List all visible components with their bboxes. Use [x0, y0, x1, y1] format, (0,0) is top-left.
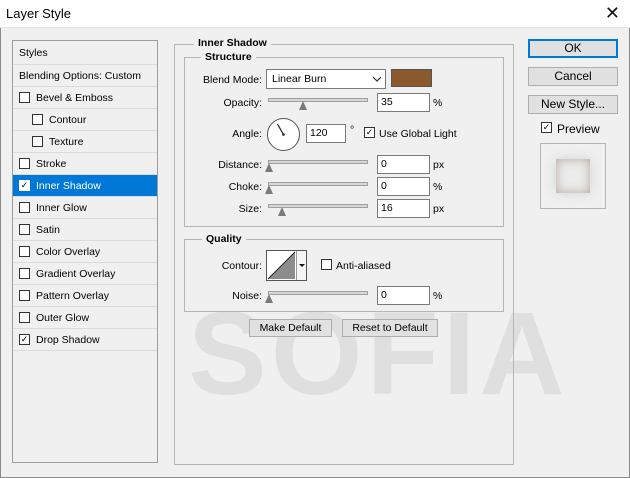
anti-aliased-label: Anti-aliased	[336, 260, 391, 272]
styles-header-label: Styles	[19, 46, 48, 59]
checkbox-satin[interactable]	[19, 224, 30, 235]
angle-input[interactable]: 120	[306, 124, 346, 143]
preview-swatch-square	[556, 159, 590, 193]
style-item-label: Stroke	[36, 157, 67, 170]
opacity-slider-track[interactable]	[268, 98, 368, 102]
style-item-gradient-overlay[interactable]: Gradient Overlay	[13, 263, 157, 285]
contour-dropdown-button[interactable]	[296, 251, 306, 280]
style-item-label: Inner Shadow	[36, 179, 101, 192]
size-label: Size:	[238, 203, 262, 215]
style-item-outer-glow[interactable]: Outer Glow	[13, 307, 157, 329]
blend-mode-label: Blend Mode:	[203, 74, 262, 86]
style-item-label: Drop Shadow	[36, 333, 100, 346]
anti-aliased-checkbox[interactable]	[321, 259, 332, 270]
size-input[interactable]: 16	[377, 199, 430, 218]
noise-slider-track[interactable]	[268, 291, 368, 295]
choke-slider-track[interactable]	[268, 182, 368, 186]
blending-options-item[interactable]: Blending Options: Custom	[13, 65, 157, 87]
quality-title: Quality	[202, 233, 246, 245]
style-item-contour[interactable]: Contour	[13, 109, 157, 131]
opacity-label: Opacity:	[223, 97, 262, 109]
checkbox-texture[interactable]	[32, 136, 43, 147]
checkbox-outer-glow[interactable]	[19, 312, 30, 323]
opacity-unit: %	[433, 97, 443, 109]
blend-mode-value: Linear Burn	[272, 73, 327, 85]
distance-label: Distance:	[218, 159, 262, 171]
distance-unit: px	[433, 159, 445, 171]
choke-unit: %	[433, 181, 443, 193]
blending-options-label: Blending Options: Custom	[19, 69, 141, 82]
title-bar: Layer Style ✕	[0, 0, 630, 28]
size-slider-handle[interactable]	[278, 207, 287, 216]
distance-slider-handle[interactable]	[265, 163, 274, 172]
checkbox-contour[interactable]	[32, 114, 43, 125]
new-style-button[interactable]: New Style...	[528, 95, 618, 114]
noise-slider-handle[interactable]	[265, 294, 274, 303]
style-item-label: Outer Glow	[36, 311, 90, 324]
checkbox-color-overlay[interactable]	[19, 246, 30, 257]
angle-label: Angle:	[232, 128, 262, 140]
style-item-label: Bevel & Emboss	[36, 91, 114, 104]
style-item-label: Satin	[36, 223, 60, 236]
distance-slider-track[interactable]	[268, 160, 368, 164]
size-unit: px	[433, 203, 445, 215]
window-title: Layer Style	[6, 6, 72, 21]
use-global-light-checkbox[interactable]: ✓	[364, 127, 375, 138]
close-icon[interactable]: ✕	[605, 3, 620, 23]
inner-shadow-title: Inner Shadow	[194, 37, 271, 49]
contour-preview-icon	[267, 251, 296, 280]
checkbox-gradient-overlay[interactable]	[19, 268, 30, 279]
choke-input[interactable]: 0	[377, 177, 430, 196]
choke-slider-handle[interactable]	[265, 185, 274, 194]
noise-input[interactable]: 0	[377, 286, 430, 305]
ok-button[interactable]: OK	[528, 39, 618, 58]
style-item-satin[interactable]: Satin	[13, 219, 157, 241]
styles-header[interactable]: Styles	[13, 41, 157, 65]
style-item-inner-shadow[interactable]: ✓ Inner Shadow	[13, 175, 157, 197]
checkbox-bevel-emboss[interactable]	[19, 92, 30, 103]
style-item-label: Color Overlay	[36, 245, 101, 258]
opacity-input[interactable]: 35	[377, 93, 430, 112]
cancel-button[interactable]: Cancel	[528, 67, 618, 86]
contour-picker[interactable]	[266, 250, 307, 281]
style-item-label: Inner Glow	[36, 201, 87, 214]
structure-title: Structure	[201, 51, 256, 63]
preview-label: Preview	[557, 122, 600, 136]
style-item-label: Pattern Overlay	[36, 289, 109, 302]
noise-unit: %	[433, 290, 443, 302]
opacity-slider-handle[interactable]	[298, 101, 308, 110]
style-item-bevel-emboss[interactable]: Bevel & Emboss	[13, 87, 157, 109]
chevron-down-icon	[373, 76, 381, 82]
style-preview-thumbnail	[540, 143, 606, 209]
style-item-texture[interactable]: Texture	[13, 131, 157, 153]
blend-mode-select[interactable]: Linear Burn	[266, 69, 386, 89]
reset-to-default-button[interactable]: Reset to Default	[342, 319, 438, 337]
checkbox-stroke[interactable]	[19, 158, 30, 169]
make-default-button[interactable]: Make Default	[249, 319, 332, 337]
caret-down-icon	[299, 264, 305, 267]
contour-label: Contour:	[221, 260, 262, 272]
style-item-drop-shadow[interactable]: ✓ Drop Shadow	[13, 329, 157, 351]
style-item-stroke[interactable]: Stroke	[13, 153, 157, 175]
checkbox-inner-shadow[interactable]: ✓	[19, 180, 30, 191]
style-item-pattern-overlay[interactable]: Pattern Overlay	[13, 285, 157, 307]
style-item-label: Gradient Overlay	[36, 267, 116, 280]
preview-checkbox[interactable]: ✓	[541, 122, 552, 133]
style-item-label: Contour	[49, 113, 87, 126]
shadow-color-swatch[interactable]	[391, 69, 432, 87]
distance-input[interactable]: 0	[377, 155, 430, 174]
checkbox-inner-glow[interactable]	[19, 202, 30, 213]
checkbox-drop-shadow[interactable]: ✓	[19, 334, 30, 345]
style-item-inner-glow[interactable]: Inner Glow	[13, 197, 157, 219]
angle-unit: °	[350, 124, 355, 136]
styles-list: Styles Blending Options: Custom Bevel & …	[12, 40, 158, 463]
styles-list-empty-area	[13, 351, 157, 462]
choke-label: Choke:	[228, 181, 262, 193]
checkbox-pattern-overlay[interactable]	[19, 290, 30, 301]
style-item-label: Texture	[49, 135, 84, 148]
noise-label: Noise:	[232, 290, 262, 302]
angle-dial-icon[interactable]	[266, 117, 301, 152]
style-item-color-overlay[interactable]: Color Overlay	[13, 241, 157, 263]
use-global-light-label: Use Global Light	[379, 128, 457, 140]
